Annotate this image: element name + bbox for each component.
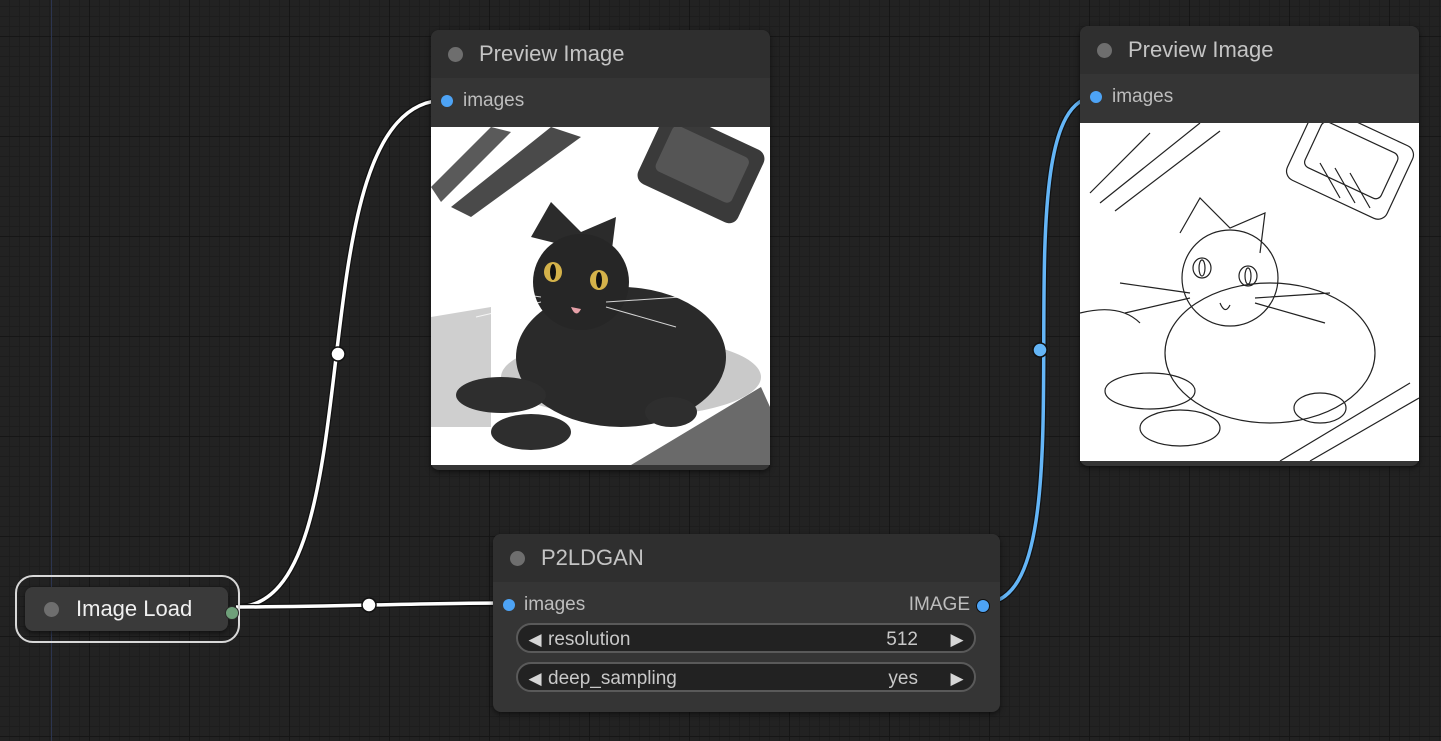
- input-label: images: [1112, 86, 1174, 107]
- image-load-node-body[interactable]: Image Load: [25, 587, 239, 631]
- output-label: IMAGE: [908, 594, 970, 615]
- resolution-widget[interactable]: ◀ resolution 512 ▶: [516, 623, 976, 653]
- input-dot-icon[interactable]: [1090, 91, 1102, 103]
- input-dot-icon[interactable]: [441, 95, 453, 107]
- widget-value: 512: [886, 629, 918, 650]
- output-dot-icon[interactable]: [976, 599, 990, 613]
- input-label: images: [524, 594, 586, 615]
- image-load-node[interactable]: Image Load: [15, 575, 240, 643]
- preview-image-node-2[interactable]: Preview Image images: [1080, 26, 1419, 466]
- node-title-bar[interactable]: Preview Image: [431, 30, 770, 78]
- widget-value: yes: [888, 668, 918, 689]
- input-dot-icon[interactable]: [503, 599, 515, 611]
- node-title: Preview Image: [479, 41, 625, 66]
- increment-arrow-icon[interactable]: ▶: [948, 664, 966, 694]
- collapse-dot-icon[interactable]: [510, 551, 525, 566]
- output-slot-image[interactable]: IMAGE: [890, 595, 990, 615]
- node-title-bar[interactable]: P2LDGAN: [493, 534, 1000, 582]
- decrement-arrow-icon[interactable]: ◀: [526, 625, 544, 655]
- p2ldgan-node[interactable]: P2LDGAN images IMAGE ◀ resolution 512 ▶ …: [493, 534, 1000, 712]
- node-title: Preview Image: [1128, 37, 1274, 62]
- link-load-to-preview1[interactable]: [235, 97, 447, 610]
- increment-arrow-icon[interactable]: ▶: [948, 625, 966, 655]
- collapse-dot-icon[interactable]: [44, 602, 59, 617]
- node-title: Image Load: [76, 596, 193, 621]
- preview-image-cat-photo: [431, 127, 770, 465]
- link-midpoint-handle[interactable]: [361, 597, 377, 613]
- cat-photo-image: [431, 127, 770, 465]
- preview-image-cat-lineart: [1080, 123, 1419, 461]
- collapse-dot-icon[interactable]: [1097, 43, 1112, 58]
- input-label: images: [463, 90, 525, 111]
- deep-sampling-widget[interactable]: ◀ deep_sampling yes ▶: [516, 662, 976, 692]
- link-midpoint-handle[interactable]: [330, 346, 346, 362]
- link-midpoint-handle[interactable]: [1032, 342, 1048, 358]
- collapse-dot-icon[interactable]: [448, 47, 463, 62]
- cat-line-drawing-image: [1080, 123, 1419, 461]
- decrement-arrow-icon[interactable]: ◀: [526, 664, 544, 694]
- widget-label: deep_sampling: [548, 668, 677, 689]
- node-title-bar[interactable]: Preview Image: [1080, 26, 1419, 74]
- output-dot-icon[interactable]: [225, 606, 239, 620]
- link-load-to-p2ldgan[interactable]: [235, 600, 507, 610]
- node-title: P2LDGAN: [541, 545, 644, 570]
- widget-label: resolution: [548, 629, 631, 650]
- preview-image-node-1[interactable]: Preview Image images: [431, 30, 770, 470]
